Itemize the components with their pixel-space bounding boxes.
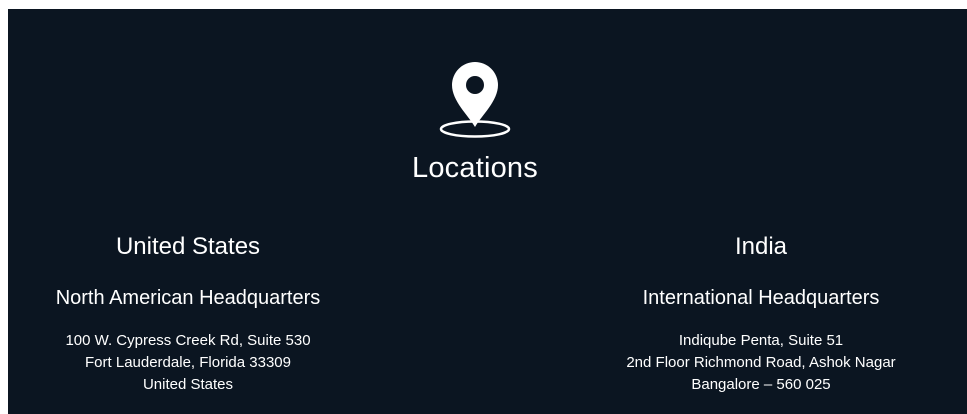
- headquarters-name: North American Headquarters: [55, 287, 321, 309]
- address-line: Fort Lauderdale, Florida 33309: [85, 354, 291, 371]
- country-name: United States: [115, 233, 261, 260]
- location-united-states: United States North American Headquarter…: [0, 231, 378, 396]
- headquarters-name: International Headquarters: [642, 287, 880, 309]
- location-india: India International Headquarters Indiqub…: [571, 231, 951, 396]
- address-line: Bangalore – 560 025: [691, 376, 831, 393]
- address-line: United States: [142, 376, 234, 393]
- map-pin-icon: [438, 61, 514, 141]
- locations-section: Locations United States North American H…: [8, 9, 967, 414]
- address-line: 100 W. Cypress Creek Rd, Suite 530: [65, 332, 311, 349]
- address-block: Indiqube Penta, Suite 51 2nd Floor Richm…: [571, 330, 951, 396]
- country-name: India: [734, 233, 788, 260]
- address-block: 100 W. Cypress Creek Rd, Suite 530 Fort …: [0, 330, 378, 396]
- address-line: 2nd Floor Richmond Road, Ashok Nagar: [626, 354, 896, 371]
- address-line: Indiqube Penta, Suite 51: [678, 332, 844, 349]
- section-title: Locations: [412, 152, 538, 184]
